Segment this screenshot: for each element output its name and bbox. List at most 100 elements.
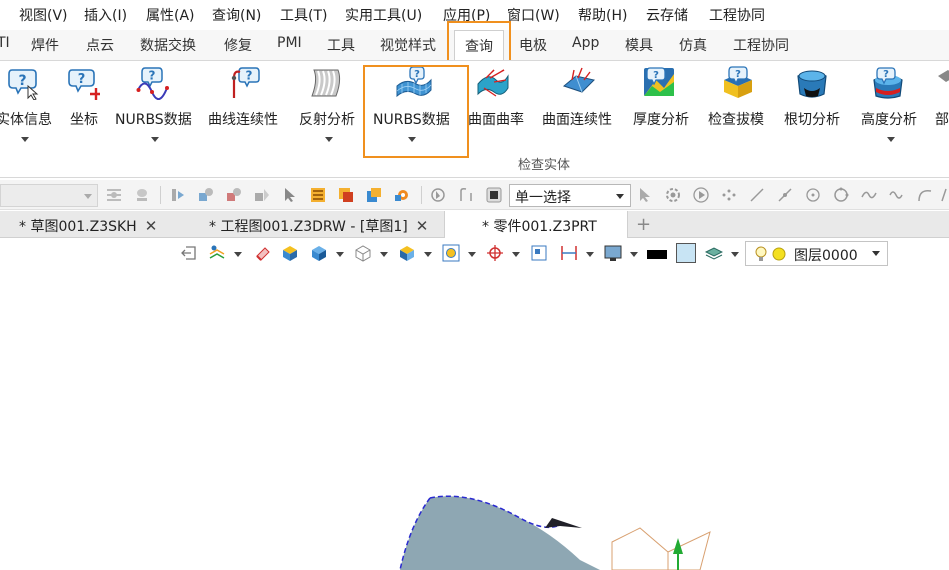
eraser-icon[interactable] — [254, 244, 272, 262]
selection-mode-select[interactable]: 单一选择 — [509, 184, 631, 207]
dimension-icon[interactable] — [560, 244, 578, 262]
gear-filter-icon[interactable] — [394, 187, 410, 203]
line-point-icon[interactable] — [777, 187, 793, 203]
tab-data-exchange[interactable]: 数据交换 — [140, 35, 196, 55]
point-cloud-icon[interactable] — [721, 187, 737, 203]
color-black-swatch[interactable] — [647, 250, 667, 259]
frame-icon[interactable] — [530, 244, 548, 262]
layers-icon[interactable] — [705, 244, 723, 262]
tab-visual-style[interactable]: 视觉样式 — [380, 35, 436, 55]
curve-icon[interactable] — [861, 187, 877, 203]
menu-cloud-storage[interactable]: 云存储 — [646, 5, 688, 25]
doc-tab-sketch[interactable]: * 草图001.Z3SKH ✕ — [19, 211, 197, 238]
chevron-down-icon[interactable] — [887, 137, 895, 142]
tab-electrode[interactable]: 电极 — [519, 35, 547, 55]
tab-app[interactable]: App — [572, 35, 599, 51]
feature-filter-icon[interactable] — [226, 187, 242, 203]
menu-utilities[interactable]: 实用工具(U) — [345, 5, 422, 25]
chevron-down-icon[interactable] — [21, 137, 29, 142]
thickness-analysis-button[interactable]: ? 厚度分析 — [630, 63, 694, 151]
tab-query[interactable]: 查询 — [454, 30, 504, 61]
tab-point-cloud[interactable]: 点云 — [86, 35, 114, 55]
zoom-fit-icon[interactable] — [442, 244, 460, 262]
chevron-down-icon[interactable] — [380, 252, 388, 257]
tab-weldment[interactable]: 焊件 — [31, 35, 59, 55]
arrow-pick-icon[interactable] — [637, 187, 653, 203]
chevron-down-icon[interactable] — [424, 252, 432, 257]
chevron-down-icon[interactable] — [408, 137, 416, 142]
height-analysis-button[interactable]: ? 高度分析 — [858, 63, 922, 151]
menu-view[interactable]: 视图(V) — [19, 5, 68, 25]
reflection-analysis-button[interactable]: 反射分析 — [296, 63, 360, 151]
tab-simulation[interactable]: 仿真 — [679, 35, 707, 55]
surface-curvature-button[interactable]: 曲面曲率 — [466, 63, 530, 151]
tab-repair[interactable]: 修复 — [224, 35, 252, 55]
layer-select[interactable]: 图层0000 — [745, 241, 888, 266]
menu-tools[interactable]: 工具(T) — [280, 5, 327, 25]
doc-tab-part[interactable]: * 零件001.Z3PRT — [444, 211, 628, 239]
chevron-down-icon[interactable] — [234, 252, 242, 257]
surface-continuity-button[interactable]: 曲面连续性 — [540, 63, 620, 151]
graphics-canvas[interactable] — [0, 270, 949, 570]
pick-filter-icon[interactable] — [134, 187, 150, 203]
menu-query[interactable]: 查询(N) — [212, 5, 261, 25]
center-point-icon[interactable] — [805, 187, 821, 203]
curve-continuity-button[interactable]: ? 曲线连续性 — [206, 63, 286, 151]
layer-filter-icon[interactable] — [208, 244, 226, 262]
tab-collaboration[interactable]: 工程协同 — [733, 35, 789, 55]
stop-icon[interactable] — [486, 187, 502, 203]
face-filter-icon[interactable] — [254, 187, 270, 203]
tab-mold[interactable]: 模具 — [625, 35, 653, 55]
list-select-icon[interactable] — [310, 187, 326, 203]
chevron-down-icon[interactable] — [512, 252, 520, 257]
menu-collaboration[interactable]: 工程协同 — [709, 5, 765, 25]
filter-list-icon[interactable] — [106, 187, 122, 203]
wave-icon[interactable] — [889, 187, 905, 203]
curve-pick-icon[interactable] — [458, 187, 474, 203]
shaded-edges-icon[interactable] — [310, 244, 328, 262]
menu-window[interactable]: 窗口(W) — [507, 5, 560, 25]
wireframe-icon[interactable] — [354, 244, 372, 262]
menu-attribute[interactable]: 属性(A) — [146, 5, 195, 25]
part-filter-icon[interactable] — [366, 187, 382, 203]
attribute-filter-icon[interactable] — [338, 187, 354, 203]
display-icon[interactable] — [604, 244, 622, 262]
draft-check-button[interactable]: ? 检查拔模 — [706, 63, 770, 151]
view-cube-icon[interactable] — [398, 244, 416, 262]
arc-icon[interactable] — [917, 187, 933, 203]
rotate-pick-icon[interactable] — [430, 187, 446, 203]
tab-partial[interactable]: TI — [0, 35, 10, 51]
menu-help[interactable]: 帮助(H) — [578, 5, 627, 25]
coordinate-button[interactable]: ? 坐标 — [66, 63, 106, 151]
circle-icon[interactable] — [833, 187, 849, 203]
chevron-down-icon[interactable] — [325, 137, 333, 142]
cursor-select-icon[interactable] — [282, 187, 298, 203]
color-light-blue-swatch[interactable] — [676, 243, 696, 263]
shape-filter-icon[interactable] — [198, 187, 214, 203]
chevron-down-icon[interactable] — [151, 137, 159, 142]
filter-combo[interactable] — [0, 184, 98, 207]
nurbs-surface-data-button[interactable]: ? NURBS数据 — [370, 63, 462, 151]
chevron-down-icon[interactable] — [468, 252, 476, 257]
close-icon[interactable]: ✕ — [416, 217, 429, 235]
tab-pmi[interactable]: PMI — [277, 35, 302, 51]
surface-body[interactable] — [400, 496, 600, 570]
chevron-down-icon[interactable] — [586, 252, 594, 257]
partial-icon[interactable] — [940, 187, 949, 203]
line-icon[interactable] — [749, 187, 765, 203]
exit-icon[interactable] — [180, 244, 198, 262]
chevron-down-icon[interactable] — [336, 252, 344, 257]
play-icon[interactable] — [693, 187, 709, 203]
close-icon[interactable]: ✕ — [145, 217, 158, 235]
tab-tools[interactable]: 工具 — [327, 35, 355, 55]
chevron-down-icon[interactable] — [731, 252, 739, 257]
partial-next-button[interactable]: 部 — [934, 63, 949, 151]
shaded-icon[interactable] — [281, 244, 299, 262]
undercut-analysis-button[interactable]: 根切分析 — [782, 63, 846, 151]
add-tab-icon[interactable]: + — [636, 214, 651, 235]
gear-icon[interactable] — [665, 187, 681, 203]
model-viewport[interactable] — [0, 270, 949, 570]
nurbs-curve-data-button[interactable]: ? NURBS数据 — [114, 63, 194, 151]
doc-tab-drawing[interactable]: * 工程图001.Z3DRW - [草图1] ✕ — [209, 211, 441, 238]
menu-apply[interactable]: 应用(P) — [443, 5, 490, 25]
